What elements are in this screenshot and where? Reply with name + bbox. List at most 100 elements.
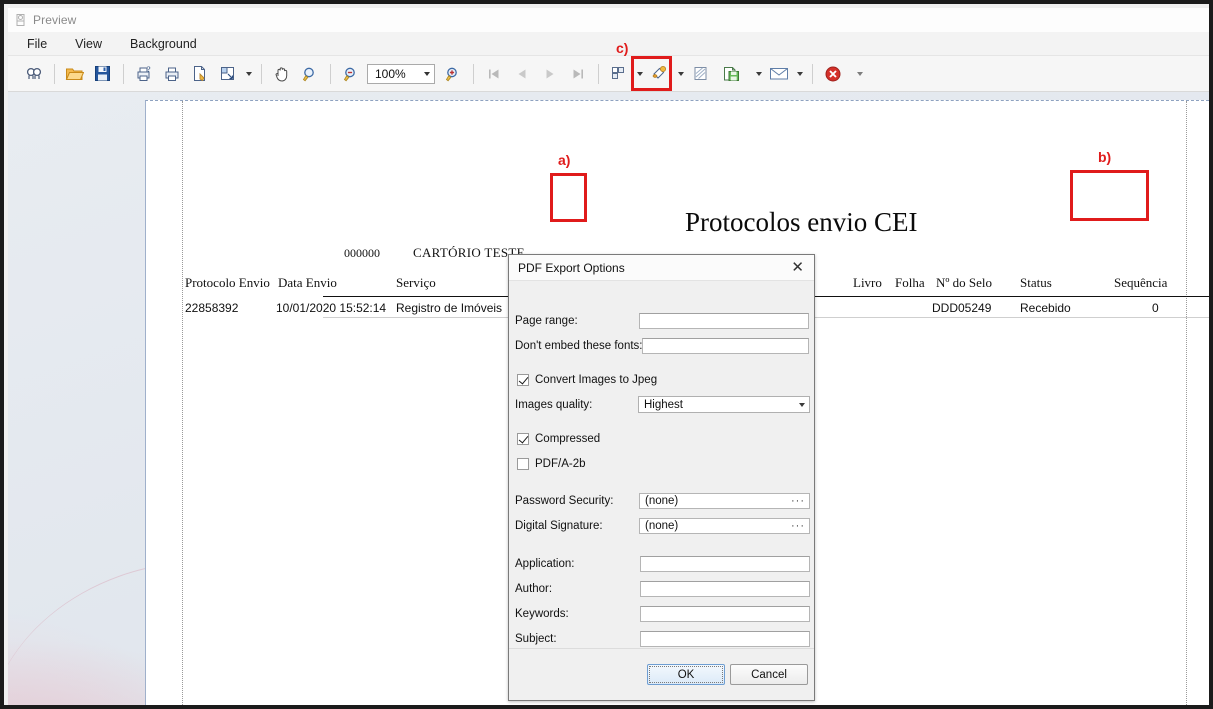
- dont-embed-fonts-input[interactable]: [642, 338, 809, 354]
- previous-page-button[interactable]: [508, 60, 535, 87]
- magnifier-tool-button[interactable]: [296, 60, 323, 87]
- checkbox-checked-icon: [517, 374, 529, 386]
- cancel-button[interactable]: Cancel: [730, 664, 808, 685]
- images-quality-row: Images quality:: [515, 399, 592, 411]
- print-icon: [163, 65, 181, 82]
- open-button[interactable]: [61, 60, 88, 87]
- toolbar-overflow-arrow[interactable]: [853, 61, 866, 86]
- send-mail-dropdown-arrow[interactable]: [793, 61, 806, 86]
- subject-label: Subject:: [515, 633, 557, 645]
- export-document-button-highlight: [631, 56, 672, 91]
- cancel-button-label: Cancel: [751, 668, 787, 681]
- pdfa-2b-checkbox[interactable]: PDF/A-2b: [517, 458, 586, 470]
- close-icon[interactable]: ✕: [789, 260, 806, 275]
- save-button[interactable]: [89, 60, 116, 87]
- toolbar-separator: [261, 63, 262, 84]
- password-security-picker[interactable]: (none) ···: [639, 493, 810, 509]
- find-button[interactable]: [20, 60, 47, 87]
- digital-signature-row: Digital Signature:: [515, 520, 603, 532]
- compressed-checkbox[interactable]: Compressed: [517, 433, 600, 445]
- close-preview-icon: [824, 65, 842, 83]
- print-button[interactable]: [158, 60, 185, 87]
- cell-numero-selo: DDD05249: [932, 301, 992, 315]
- cell-status: Recebido: [1020, 301, 1071, 315]
- page-color-dropdown-arrow[interactable]: [674, 61, 687, 86]
- scale-dropdown-arrow[interactable]: [242, 61, 255, 86]
- page-setup-button[interactable]: [186, 60, 213, 87]
- author-row: Author:: [515, 583, 552, 595]
- send-mail-button[interactable]: [765, 60, 792, 87]
- ok-button[interactable]: OK: [647, 664, 725, 685]
- application-input[interactable]: [640, 556, 810, 572]
- images-quality-select[interactable]: Highest: [638, 396, 810, 413]
- cell-servico: Registro de Imóveis: [396, 301, 503, 315]
- zoom-level-value: 100%: [375, 66, 406, 81]
- hand-tool-icon: [273, 65, 291, 83]
- toolbar-separator: [330, 63, 331, 84]
- digital-signature-value: (none): [645, 520, 679, 532]
- convert-images-to-jpeg-label: Convert Images to Jpeg: [535, 374, 658, 386]
- column-header-folha: Folha: [895, 275, 925, 290]
- watermark-button[interactable]: [687, 60, 714, 87]
- cell-sequencia: 0: [1152, 301, 1159, 315]
- ellipsis-icon[interactable]: ···: [791, 521, 805, 532]
- images-quality-label: Images quality:: [515, 399, 593, 411]
- export-document-icon: [722, 65, 742, 83]
- zoom-out-icon: [342, 65, 360, 83]
- toolbar-separator: [473, 63, 474, 84]
- column-header-data-envio: Data Envio: [278, 275, 337, 290]
- preview-window: Preview File View Background ? 100% Prot…: [0, 0, 1213, 709]
- scale-button[interactable]: [214, 60, 241, 87]
- column-header-servico: Serviço: [396, 275, 436, 290]
- cell-protocolo-envio: 22858392: [185, 301, 239, 315]
- checkbox-checked-icon: [517, 433, 529, 445]
- subject-input[interactable]: [640, 631, 810, 647]
- toolbar-separator: [54, 63, 55, 84]
- column-header-status: Status: [1020, 275, 1052, 290]
- next-page-button[interactable]: [536, 60, 563, 87]
- digital-signature-label: Digital Signature:: [515, 520, 603, 532]
- ellipsis-icon[interactable]: ···: [791, 496, 805, 507]
- author-input[interactable]: [640, 581, 810, 597]
- find-icon: [25, 65, 43, 83]
- export-document-dropdown-arrow[interactable]: [752, 61, 765, 86]
- multiple-pages-icon: [610, 65, 628, 82]
- password-security-row: Password Security:: [515, 495, 613, 507]
- menu-item-file[interactable]: File: [24, 35, 50, 53]
- last-page-button[interactable]: [564, 60, 591, 87]
- page-setup-icon: [191, 65, 209, 82]
- zoom-in-button[interactable]: [439, 60, 466, 87]
- ato-column-highlight: [550, 173, 587, 222]
- sequencia-column-highlight: [1070, 170, 1149, 221]
- column-header-livro: Livro: [853, 275, 882, 290]
- zoom-out-button[interactable]: [337, 60, 364, 87]
- menu-item-background[interactable]: Background: [127, 35, 200, 53]
- first-page-button[interactable]: [480, 60, 507, 87]
- password-security-label: Password Security:: [515, 495, 614, 507]
- save-floppy-icon: [94, 65, 111, 82]
- zoom-level-select[interactable]: 100%: [367, 63, 435, 84]
- dialog-body: Page range: Don't embed these fonts: Con…: [509, 281, 814, 675]
- page-range-label: Page range:: [515, 315, 578, 327]
- toolbar-separator: [123, 63, 124, 84]
- menu-item-view[interactable]: View: [72, 35, 105, 53]
- digital-signature-picker[interactable]: (none) ···: [639, 518, 810, 534]
- dialog-title-bar: PDF Export Options ✕: [509, 255, 814, 281]
- next-page-icon: [542, 66, 558, 82]
- multiple-pages-button[interactable]: [605, 60, 632, 87]
- keywords-input[interactable]: [640, 606, 810, 622]
- annotation-label-c: c): [616, 40, 629, 56]
- page-range-input[interactable]: [639, 313, 809, 329]
- magnifier-tool-icon: [301, 65, 319, 83]
- subject-row: Subject:: [515, 633, 557, 645]
- application-row: Application:: [515, 558, 574, 570]
- hand-tool-button[interactable]: [268, 60, 295, 87]
- pdf-export-options-dialog: PDF Export Options ✕ Page range: Don't e…: [508, 254, 815, 701]
- export-document-button[interactable]: [718, 60, 745, 87]
- print-setup-button[interactable]: ?: [130, 60, 157, 87]
- menu-bar: File View Background: [8, 32, 1209, 56]
- svg-text:?: ?: [147, 65, 151, 74]
- convert-images-to-jpeg-checkbox[interactable]: Convert Images to Jpeg: [517, 374, 657, 386]
- close-preview-button[interactable]: [819, 60, 846, 87]
- zoom-in-icon: [444, 65, 462, 83]
